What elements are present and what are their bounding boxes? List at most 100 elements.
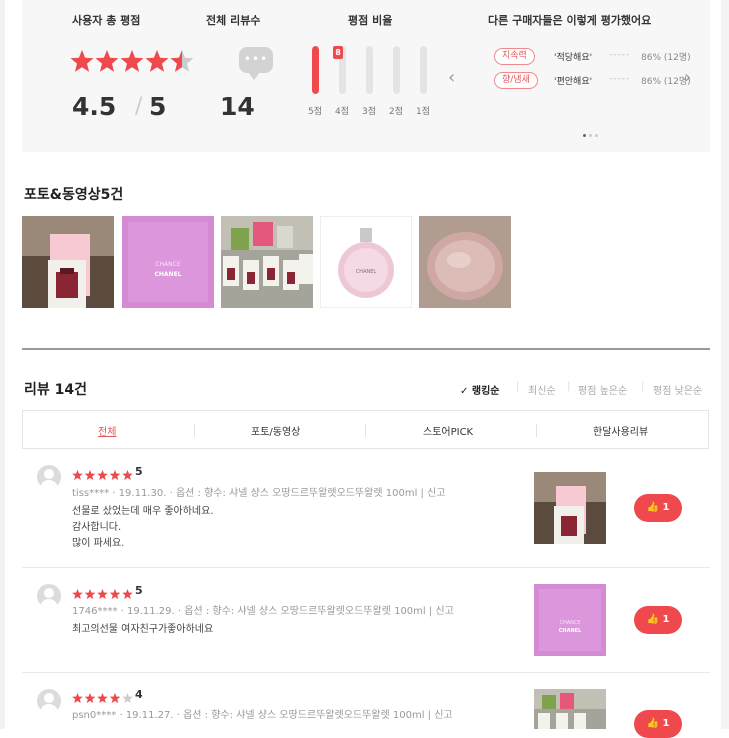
tab-month-review[interactable]: 한달사용리뷰: [593, 423, 648, 438]
compact-case-image: [419, 216, 511, 308]
sort-high-rating[interactable]: 평점 높은순: [578, 382, 627, 397]
sort-low-rating[interactable]: 평점 낮은순: [653, 382, 702, 397]
rating-summary-panel: 사용자 총 평점 4.5 / 5 전체 리뷰수 ••• 14 평점 비율 5점 4…: [22, 0, 710, 152]
pink-box-image: CHANCE CHANEL: [122, 216, 214, 308]
checkmark-icon: ✓: [460, 386, 469, 397]
review-photo[interactable]: [534, 472, 606, 544]
review-stars: [72, 466, 134, 485]
review-date: 19.11.30.: [118, 488, 167, 499]
star-icon-filled: [109, 589, 121, 599]
star-icon: [122, 693, 133, 703]
star-icon-filled: [72, 589, 83, 599]
star-icon-filled: [97, 693, 108, 703]
review-meta: psn0**** · 19.11.27. · 옵션 : 향수: 샤넬 샹스 오땅…: [72, 710, 453, 721]
rating-ratio-title: 평점 비율: [348, 14, 393, 27]
pager-dot[interactable]: [589, 134, 592, 137]
review-user: 1746****: [72, 606, 118, 617]
review-meta: tiss**** · 19.11.30. · 옵션 : 향수: 샤넬 샹스 오땅…: [72, 488, 446, 499]
ratio-top-badge: 8: [333, 46, 343, 59]
review-option: 옵션 : 향수: 샤넬 샹스 오땅드르뚜왈렛오드뚜왈렛 100ml: [175, 488, 418, 499]
sort-ranking-label: 랭킹순: [471, 386, 500, 397]
tab-all[interactable]: 전체: [98, 423, 116, 438]
page-edge-left: [0, 0, 5, 729]
star-icon-filled: [84, 470, 96, 480]
report-link[interactable]: 신고: [427, 488, 445, 499]
avatar-icon: [37, 584, 61, 608]
photo-thumb[interactable]: [221, 216, 313, 308]
avatar-icon: [37, 689, 61, 713]
photo-thumb[interactable]: [22, 216, 114, 308]
pager-dot[interactable]: [595, 134, 598, 137]
avg-rating-stars: [70, 50, 194, 80]
section-divider: [22, 348, 710, 350]
star-icon-filled: [97, 470, 108, 480]
reviews-title: 리뷰 14건: [24, 382, 87, 398]
like-button[interactable]: 👍 1: [634, 710, 682, 738]
photo-thumb[interactable]: CHANCE CHANEL: [122, 216, 214, 308]
star-icon-filled: [120, 50, 144, 72]
chanel-label: CHANEL: [154, 271, 181, 278]
review-photo[interactable]: [534, 689, 606, 729]
review-score: 4: [135, 688, 143, 701]
chevron-left-icon[interactable]: ‹: [448, 68, 455, 88]
like-count: 1: [662, 614, 670, 625]
avatar-icon: [37, 465, 61, 489]
review-option: 옵션 : 향수: 샤넬 샹스 오땅드르뚜왈렛오드뚜왈렛 100ml: [184, 606, 426, 617]
row-divider: [22, 672, 710, 673]
star-icon-filled: [122, 589, 133, 599]
avg-rating-slash: /: [135, 94, 143, 119]
ratio-bar-label: 5점: [308, 107, 323, 117]
report-link[interactable]: 신고: [435, 606, 453, 617]
review-date: 19.11.27.: [125, 710, 174, 721]
star-icon-filled: [122, 470, 133, 480]
review-count-value: 14: [220, 92, 255, 121]
thumbs-up-icon: 👍: [646, 718, 659, 729]
tab-photo-video[interactable]: 포토/동영상: [251, 423, 300, 438]
star-icon-filled: [97, 589, 108, 599]
perfume-bottle-image: CHANEL: [320, 216, 412, 308]
opinion-answer: '적당해요': [554, 53, 593, 63]
star-icon-filled: [84, 693, 96, 703]
star-icon-filled: [95, 50, 119, 72]
review-option: 옵션 : 향수: 샤넬 샹스 오땅드르뚜왈렛오드뚜왈렛 100ml: [183, 710, 425, 721]
pager-dot[interactable]: [583, 134, 586, 137]
thumbs-up-icon: 👍: [646, 502, 659, 513]
tab-store-pick[interactable]: 스토어PICK: [423, 423, 473, 438]
star-icon-filled: [145, 50, 169, 72]
review-photo[interactable]: CHANCE CHANEL: [534, 584, 606, 656]
chance-label: CHANCE: [559, 620, 580, 626]
report-link[interactable]: 신고: [434, 710, 452, 721]
opinion-chip: 지속력: [494, 48, 535, 65]
ratio-bar-label: 3점: [362, 107, 377, 117]
tab-separator: [536, 424, 537, 437]
thumbs-up-icon: 👍: [646, 614, 659, 625]
others-opinion-title: 다른 구매자들은 이렇게 평가했어요: [488, 14, 652, 27]
page-edge-right: [721, 0, 729, 729]
like-count: 1: [662, 718, 670, 729]
photo-thumb[interactable]: [419, 216, 511, 308]
tab-separator: [194, 424, 195, 437]
chance-label: CHANCE: [155, 261, 180, 268]
review-line: 최고의선물 여자친구가좋아하네요: [72, 624, 214, 635]
photo-thumb[interactable]: CHANEL: [320, 216, 412, 308]
star-icon-filled: [72, 470, 83, 480]
star-icon-filled: [109, 693, 121, 703]
ratio-bar: [393, 46, 400, 94]
opinion-percent: 86% (12명): [641, 77, 691, 87]
ratio-bar: [366, 46, 373, 94]
ratio-bar-label: 4점: [335, 107, 350, 117]
review-user: tiss****: [72, 488, 110, 499]
sort-latest[interactable]: 최신순: [528, 382, 556, 397]
sort-separator: |: [516, 381, 520, 392]
row-divider: [22, 567, 710, 568]
photo-section-title: 포토&동영상5건: [24, 187, 124, 203]
sort-ranking[interactable]: ✓ 랭킹순: [460, 382, 499, 397]
review-score: 5: [135, 465, 143, 478]
review-score: 5: [135, 584, 143, 597]
like-button[interactable]: 👍 1: [634, 494, 682, 522]
ratio-bar: [312, 46, 319, 94]
opinion-dashes: -----: [609, 50, 631, 60]
like-button[interactable]: 👍 1: [634, 606, 682, 634]
carousel-pager[interactable]: [583, 122, 601, 141]
sort-separator: |: [567, 381, 571, 392]
